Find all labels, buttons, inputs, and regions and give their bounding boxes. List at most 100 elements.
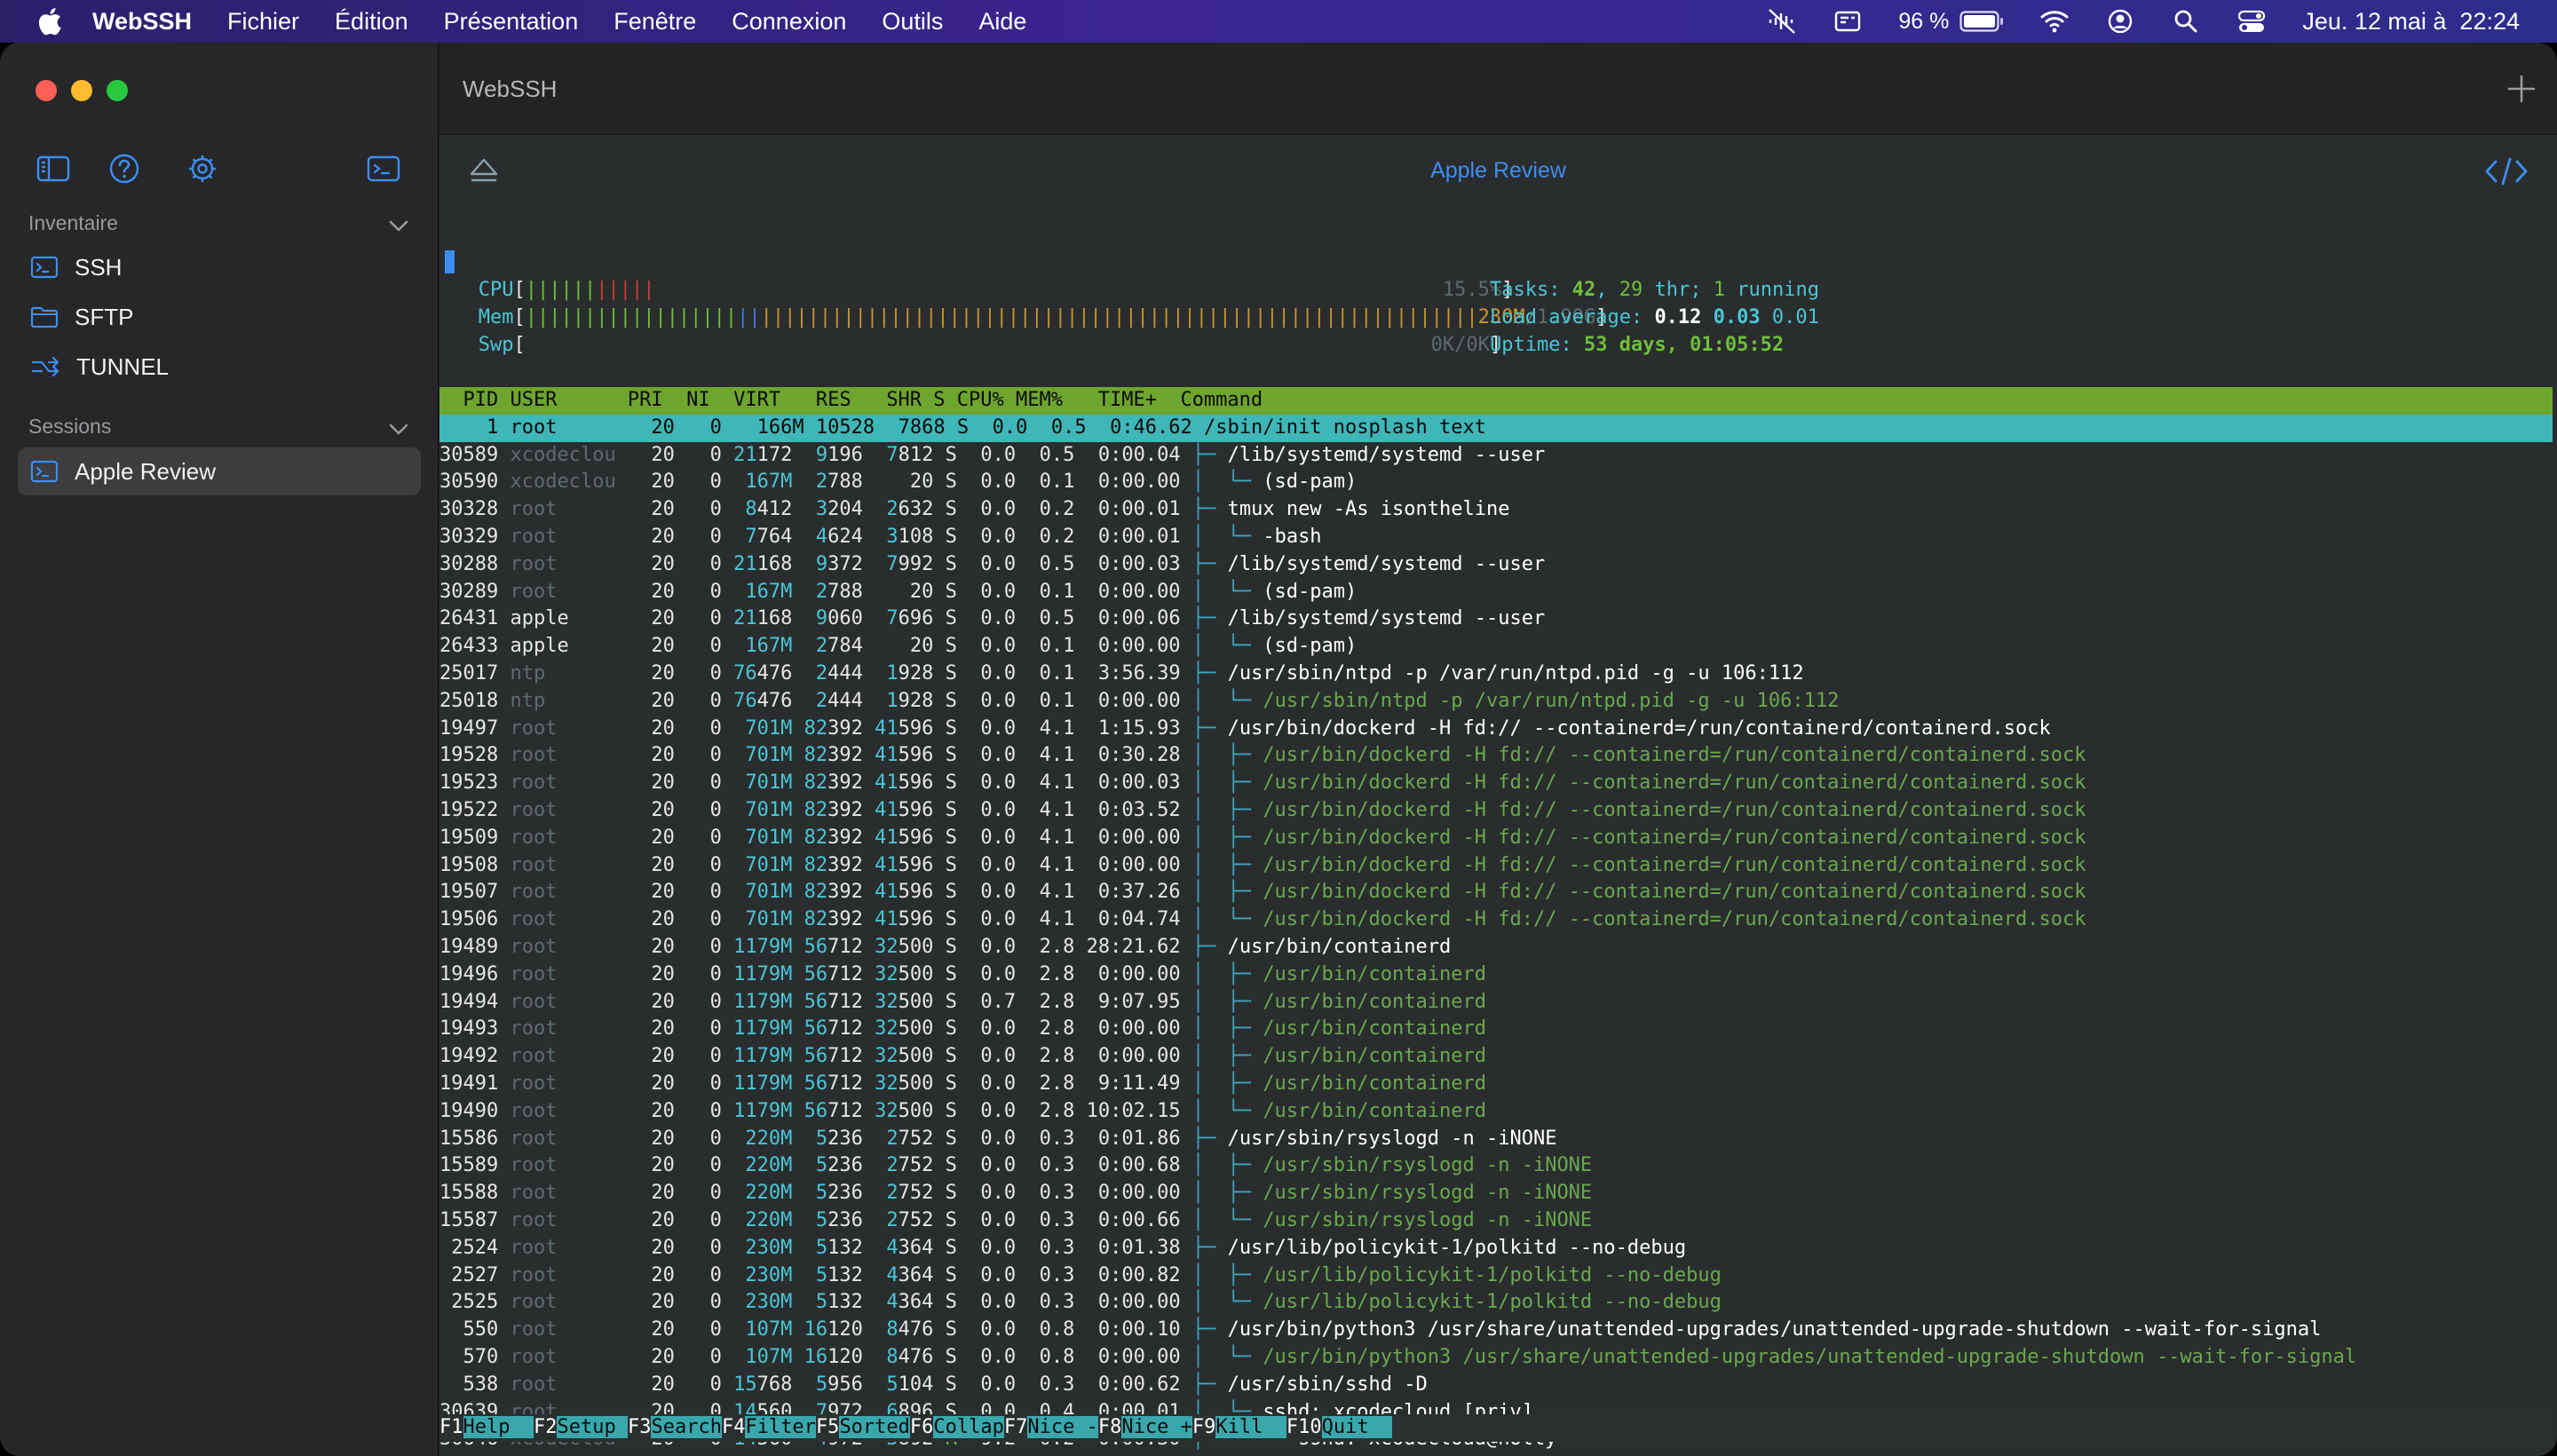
process-row[interactable]: 30289 root 20 0 167M 2788 20 S 0.0 0.1 0…	[439, 579, 1357, 606]
res-cell: 3204	[804, 498, 863, 521]
fkey-label[interactable]: Search	[651, 1416, 722, 1438]
state-cell: S	[933, 1263, 970, 1286]
process-row[interactable]: 19507 root 20 0 701M 82392 41596 S 0.0 4…	[439, 879, 2086, 906]
user-cell: root	[510, 1017, 628, 1041]
zoom-window-button[interactable]	[107, 80, 128, 101]
fkey-label[interactable]: Kill	[1215, 1416, 1286, 1438]
display-icon[interactable]	[1833, 8, 1863, 35]
process-row[interactable]: 19528 root 20 0 701M 82392 41596 S 0.0 4…	[439, 742, 2086, 770]
process-row[interactable]: 570 root 20 0 107M 16120 8476 S 0.0 0.8 …	[439, 1344, 2356, 1372]
new-terminal-icon[interactable]	[366, 153, 401, 185]
menu-presentation[interactable]: Présentation	[444, 8, 579, 36]
sidebar-item-ssh[interactable]: SSH	[18, 243, 421, 291]
state-cell: S	[933, 662, 970, 684]
process-table-header[interactable]: PID USER PRI NI VIRT RES SHR S CPU% MEM%…	[439, 387, 2553, 415]
sidebar-item-session-apple-review[interactable]: Apple Review	[18, 447, 421, 495]
fkey-label[interactable]: Nice +	[1121, 1416, 1192, 1438]
wifi-icon[interactable]	[2039, 8, 2070, 35]
mic-muted-icon[interactable]	[1767, 8, 1797, 35]
fkey-label[interactable]: Filter	[745, 1416, 816, 1438]
process-row[interactable]: 15586 root 20 0 220M 5236 2752 S 0.0 0.3…	[439, 1126, 1556, 1153]
close-window-button[interactable]	[36, 80, 57, 101]
process-row[interactable]: 15587 root 20 0 220M 5236 2752 S 0.0 0.3…	[439, 1207, 1592, 1235]
menu-aide[interactable]: Aide	[978, 8, 1026, 36]
time-cell: 9:11.49	[1086, 1072, 1192, 1095]
command-cell: /usr/lib/policykit-1/polkitd --no-debug	[1263, 1291, 1722, 1314]
process-row[interactable]: 19490 root 20 0 1179M 56712 32500 S 0.0 …	[439, 1098, 1486, 1126]
process-row[interactable]: 2525 root 20 0 230M 5132 4364 S 0.0 0.3 …	[439, 1289, 1722, 1317]
process-row[interactable]: 15588 root 20 0 220M 5236 2752 S 0.0 0.3…	[439, 1180, 1592, 1207]
mem-cell: 0.3	[1027, 1236, 1087, 1259]
process-row[interactable]: 15589 root 20 0 220M 5236 2752 S 0.0 0.3…	[439, 1152, 1592, 1180]
fkey-label[interactable]: Collap	[933, 1416, 1004, 1438]
menu-fichier[interactable]: Fichier	[227, 8, 299, 36]
fkey-label[interactable]: Setup	[557, 1416, 628, 1438]
process-row[interactable]: 2524 root 20 0 230M 5132 4364 S 0.0 0.3 …	[439, 1235, 1686, 1262]
process-row[interactable]: 30288 root 20 0 21168 9372 7992 S 0.0 0.…	[439, 551, 1545, 579]
settings-gear-icon[interactable]	[185, 153, 220, 185]
time-cell: 0:00.00	[1086, 580, 1192, 603]
help-icon[interactable]	[107, 153, 142, 185]
menu-outils[interactable]: Outils	[882, 8, 943, 36]
time-cell: 0:00.00	[1086, 1045, 1192, 1068]
process-row[interactable]: 26431 apple 20 0 21168 9060 7696 S 0.0 0…	[439, 605, 1545, 633]
chevron-down-icon[interactable]	[387, 422, 410, 436]
process-row[interactable]: 19489 root 20 0 1179M 56712 32500 S 0.0 …	[439, 934, 1451, 961]
menu-connexion[interactable]: Connexion	[732, 8, 846, 36]
state-cell: S	[933, 1072, 970, 1095]
process-row[interactable]: 2527 root 20 0 230M 5132 4364 S 0.0 0.3 …	[439, 1262, 1722, 1290]
process-row[interactable]: 19522 root 20 0 701M 82392 41596 S 0.0 4…	[439, 797, 2086, 825]
command-cell: /usr/sbin/sshd -D	[1227, 1373, 1428, 1396]
pri-cell: 20	[627, 689, 687, 712]
sidebar-toggle-icon[interactable]	[36, 153, 71, 185]
fkey-label[interactable]: Nice -	[1027, 1416, 1098, 1438]
process-row[interactable]: 19508 root 20 0 701M 82392 41596 S 0.0 4…	[439, 852, 2086, 880]
process-row[interactable]: 19496 root 20 0 1179M 56712 32500 S 0.0 …	[439, 961, 1486, 989]
user-cell: root	[510, 1346, 628, 1368]
process-row[interactable]: 19493 root 20 0 1179M 56712 32500 S 0.0 …	[439, 1016, 1486, 1043]
menu-clock[interactable]: Jeu. 12 mai à 22:24	[2302, 8, 2520, 36]
shr-cell: 41596	[875, 826, 934, 849]
process-row[interactable]: 25018 ntp 20 0 76476 2444 1928 S 0.0 0.1…	[439, 688, 1839, 716]
process-row[interactable]: 19491 root 20 0 1179M 56712 32500 S 0.0 …	[439, 1071, 1486, 1098]
mem-meter: Mem[||||||||||||||||||||||||||||||||||||…	[478, 305, 1608, 328]
fkey-label[interactable]: Quit	[1321, 1416, 1393, 1438]
code-snippets-icon[interactable]	[2484, 156, 2529, 186]
control-center-icon[interactable]	[2236, 8, 2267, 35]
add-tab-icon[interactable]	[2506, 73, 2537, 105]
sidebar-item-sftp[interactable]: SFTP	[18, 293, 421, 341]
process-row[interactable]: 19523 root 20 0 701M 82392 41596 S 0.0 4…	[439, 770, 2086, 797]
process-row[interactable]: 538 root 20 0 15768 5956 5104 S 0.0 0.3 …	[439, 1372, 1428, 1399]
menu-fenetre[interactable]: Fenêtre	[614, 8, 696, 36]
menu-app-name[interactable]: WebSSH	[92, 8, 192, 36]
process-row[interactable]: 25017 ntp 20 0 76476 2444 1928 S 0.0 0.1…	[439, 661, 1804, 688]
process-row[interactable]: 30589 xcodeclou 20 0 21172 9196 7812 S 0…	[439, 442, 1545, 470]
process-row[interactable]: 30590 xcodeclou 20 0 167M 2788 20 S 0.0 …	[439, 469, 1357, 496]
menu-edition[interactable]: Édition	[335, 8, 408, 36]
process-row[interactable]: 26433 apple 20 0 167M 2784 20 S 0.0 0.1 …	[439, 633, 1357, 661]
pri-cell: 20	[627, 853, 687, 876]
time-cell: 0:00.62	[1086, 1373, 1192, 1396]
chevron-down-icon[interactable]	[387, 218, 410, 233]
user-account-icon[interactable]	[2105, 8, 2135, 35]
minimize-window-button[interactable]	[71, 80, 92, 101]
process-row[interactable]: 30328 root 20 0 8412 3204 2632 S 0.0 0.2…	[439, 496, 1509, 524]
process-row[interactable]: 19494 root 20 0 1179M 56712 32500 S 0.7 …	[439, 989, 1486, 1017]
process-row[interactable]: 19509 root 20 0 701M 82392 41596 S 0.0 4…	[439, 825, 2086, 852]
ni-cell: 0	[686, 635, 734, 658]
apple-logo-icon[interactable]	[36, 6, 62, 36]
fkey-f8: F8	[1097, 1416, 1122, 1438]
sidebar-item-tunnel[interactable]: TUNNEL	[18, 343, 421, 391]
fkey-label[interactable]: Help	[463, 1416, 534, 1438]
terminal-view[interactable]: CPU[||||||||||| 15.5%] Mem[|||||||||||||…	[439, 206, 2557, 1456]
process-row[interactable]: 19497 root 20 0 701M 82392 41596 S 0.0 4…	[439, 716, 2051, 743]
battery-icon[interactable]	[1959, 10, 2004, 33]
selected-process-row[interactable]: 1 root 20 0 166M 10528 7868 S 0.0 0.5 0:…	[439, 414, 2553, 442]
process-row[interactable]: 30329 root 20 0 7764 4624 3108 S 0.0 0.2…	[439, 524, 1322, 551]
spotlight-search-icon[interactable]	[2171, 8, 2201, 35]
process-row[interactable]: 550 root 20 0 107M 16120 8476 S 0.0 0.8 …	[439, 1317, 2321, 1344]
user-cell: ntp	[510, 689, 628, 712]
process-row[interactable]: 19506 root 20 0 701M 82392 41596 S 0.0 4…	[439, 906, 2086, 934]
process-row[interactable]: 19492 root 20 0 1179M 56712 32500 S 0.0 …	[439, 1043, 1486, 1071]
fkey-label[interactable]: Sorted	[839, 1416, 910, 1438]
